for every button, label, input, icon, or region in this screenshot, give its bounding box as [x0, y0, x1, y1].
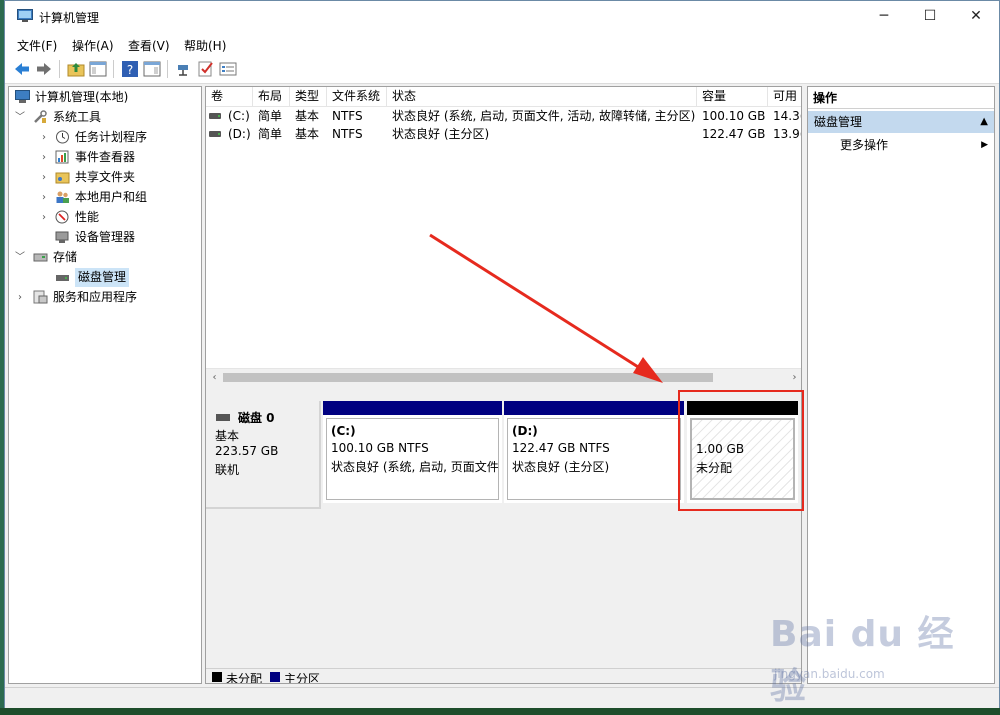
- column-header-volume[interactable]: 卷: [206, 87, 253, 106]
- chevron-down-icon[interactable]: ﹀: [15, 248, 25, 267]
- properties-check-icon[interactable]: [197, 60, 215, 78]
- connect-icon[interactable]: [175, 60, 193, 78]
- forward-arrow-icon[interactable]: [35, 60, 53, 78]
- close-button[interactable]: ✕: [953, 1, 999, 31]
- event-viewer-icon: [55, 150, 69, 164]
- storage-icon: [33, 253, 48, 262]
- show-hide-action-pane-icon[interactable]: [143, 60, 161, 78]
- primary-swatch: [270, 672, 280, 682]
- maximize-button[interactable]: ☐: [907, 1, 953, 31]
- volume-list-header: 卷 布局 类型 文件系统 状态 容量 可用: [206, 87, 801, 107]
- disk-management-pane: 卷 布局 类型 文件系统 状态 容量 可用 (C:) 简单 基本 NTFS 状态…: [205, 86, 802, 684]
- scroll-right-icon[interactable]: ›: [786, 369, 801, 386]
- actions-section-disk-management[interactable]: 磁盘管理 ▲: [808, 111, 994, 133]
- submenu-arrow-icon: ▶: [981, 140, 988, 150]
- menu-bar: 文件(F) 操作(A) 查看(V) 帮助(H): [5, 33, 999, 55]
- actions-pane: 操作 磁盘管理 ▲ 更多操作 ▶: [807, 86, 995, 684]
- computer-management-icon: [17, 9, 33, 22]
- tools-icon: [34, 110, 47, 123]
- column-header-free[interactable]: 可用: [768, 87, 801, 106]
- computer-management-icon: [15, 90, 30, 103]
- window-title: 计算机管理: [39, 11, 100, 25]
- disk-0-label[interactable]: 磁盘 0 基本 223.57 GB 联机: [206, 401, 321, 509]
- back-arrow-icon[interactable]: [13, 60, 31, 78]
- device-manager-icon: [55, 231, 69, 243]
- actions-title: 操作: [808, 87, 994, 109]
- list-view-icon[interactable]: [219, 60, 237, 78]
- drive-icon: [209, 113, 221, 119]
- status-bar: [5, 687, 999, 708]
- horizontal-scrollbar[interactable]: ‹ ›: [206, 368, 801, 386]
- column-header-status[interactable]: 状态: [387, 87, 697, 106]
- services-icon: [33, 290, 48, 304]
- unallocated-swatch: [212, 672, 222, 682]
- title-bar: 计算机管理 ─ ☐ ✕: [5, 1, 999, 33]
- menu-help[interactable]: 帮助(H): [184, 37, 226, 54]
- clock-icon: [56, 130, 69, 144]
- column-header-type[interactable]: 类型: [290, 87, 327, 106]
- scroll-thumb[interactable]: [223, 373, 713, 382]
- unallocated-space[interactable]: 1.00 GB 未分配: [687, 401, 798, 503]
- shared-folder-icon: [55, 172, 70, 184]
- up-folder-icon[interactable]: [67, 60, 85, 78]
- chevron-right-icon[interactable]: ›: [39, 148, 49, 167]
- unallocated-bar: [687, 401, 798, 415]
- column-header-filesystem[interactable]: 文件系统: [327, 87, 387, 106]
- taskbar: [0, 708, 1000, 715]
- legend-unallocated: 未分配: [226, 672, 263, 684]
- legend: 未分配 主分区: [206, 668, 801, 684]
- column-header-layout[interactable]: 布局: [253, 87, 290, 106]
- disk-icon: [216, 414, 230, 421]
- primary-partition-bar: [504, 401, 684, 415]
- disk-size: 223.57 GB: [215, 444, 279, 458]
- show-hide-console-tree-icon[interactable]: [89, 60, 107, 78]
- disk-management-icon: [56, 275, 69, 281]
- disk-graph-view: 磁盘 0 基本 223.57 GB 联机 (C:) 100.10 GB NTFS…: [206, 395, 801, 668]
- drive-icon: [209, 131, 221, 137]
- chevron-right-icon[interactable]: ›: [39, 168, 49, 187]
- disk-type: 基本: [215, 429, 240, 443]
- chevron-right-icon[interactable]: ›: [39, 128, 49, 147]
- chevron-right-icon[interactable]: ›: [15, 288, 25, 307]
- computer-management-window: 计算机管理 ─ ☐ ✕ 文件(F) 操作(A) 查看(V) 帮助(H) ? 计算…: [4, 0, 1000, 708]
- collapse-up-icon[interactable]: ▲: [980, 111, 988, 133]
- console-tree: 计算机管理(本地) ﹀ 系统工具 › 任务计划程序 › 事件查看器 › 共享文件…: [8, 86, 202, 684]
- menu-view[interactable]: 查看(V): [128, 37, 170, 54]
- menu-file[interactable]: 文件(F): [17, 37, 57, 54]
- legend-primary: 主分区: [284, 672, 321, 684]
- help-icon[interactable]: ?: [121, 60, 139, 78]
- primary-partition-bar: [323, 401, 502, 415]
- more-actions-item[interactable]: 更多操作 ▶: [808, 135, 994, 155]
- minimize-button[interactable]: ─: [861, 1, 907, 31]
- disk-status: 联机: [215, 463, 240, 477]
- column-header-capacity[interactable]: 容量: [697, 87, 768, 106]
- svg-text:?: ?: [127, 63, 133, 77]
- partition-c[interactable]: (C:) 100.10 GB NTFS 状态良好 (系统, 启动, 页面文件: [323, 401, 502, 503]
- chevron-down-icon[interactable]: ﹀: [15, 108, 25, 127]
- scroll-left-icon[interactable]: ‹: [206, 369, 223, 386]
- table-row[interactable]: (C:) 简单 基本 NTFS 状态良好 (系统, 启动, 页面文件, 活动, …: [206, 107, 801, 125]
- partition-d[interactable]: (D:) 122.47 GB NTFS 状态良好 (主分区): [504, 401, 684, 503]
- disk-name: 磁盘 0: [238, 411, 275, 425]
- menu-action[interactable]: 操作(A): [72, 37, 114, 54]
- table-row[interactable]: (D:) 简单 基本 NTFS 状态良好 (主分区) 122.47 GB 13.…: [206, 125, 801, 143]
- users-icon: [56, 191, 69, 203]
- chevron-right-icon[interactable]: ›: [39, 208, 49, 227]
- chevron-right-icon[interactable]: ›: [39, 188, 49, 207]
- toolbar: ?: [5, 55, 999, 84]
- performance-icon: [55, 210, 69, 224]
